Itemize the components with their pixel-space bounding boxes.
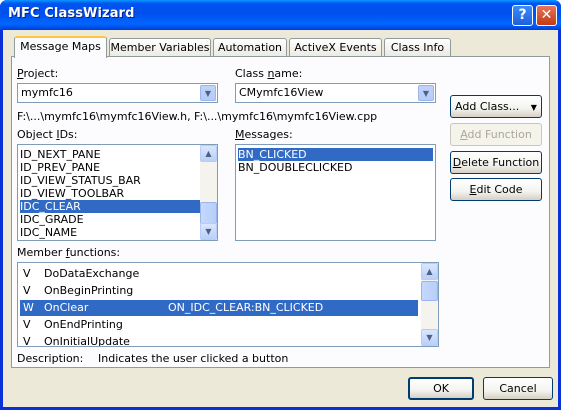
function-name: OnClear	[44, 301, 89, 314]
list-item-selected[interactable]: IDC_CLEAR	[20, 200, 200, 213]
member-functions-label: Member functions:	[17, 246, 121, 259]
title-bar[interactable]: MFC ClassWizard ? ✕	[0, 0, 561, 30]
messages-list[interactable]: BN_CLICKED BN_DOUBLECLICKED	[235, 144, 436, 241]
member-functions-scrollbar[interactable]: ▲ ▼	[421, 263, 438, 346]
function-name: DoDataExchange	[44, 267, 140, 280]
project-combo[interactable]: mymfc16 ▼	[17, 83, 218, 103]
tab-automation[interactable]: Automation	[213, 38, 287, 57]
tab-label: Message Maps	[20, 40, 101, 53]
function-name: OnBeginPrinting	[44, 284, 134, 297]
project-label: Project:	[17, 67, 59, 80]
help-button[interactable]: ?	[512, 5, 533, 26]
function-type: V	[23, 267, 31, 280]
tab-label: ActiveX Events	[294, 41, 377, 54]
list-item[interactable]: IDC_GRADE	[20, 213, 84, 226]
table-row[interactable]: V OnEndPrinting	[20, 317, 418, 333]
tab-label: Class Info	[390, 41, 445, 54]
scroll-down-icon[interactable]: ▼	[200, 223, 217, 240]
scroll-thumb[interactable]	[200, 202, 217, 224]
table-row[interactable]: V OnBeginPrinting	[20, 283, 418, 299]
tab-label: Automation	[217, 41, 283, 54]
list-item[interactable]: ID_PREV_PANE	[20, 161, 100, 174]
description-label: Description:	[17, 352, 84, 365]
ok-button[interactable]: OK	[408, 377, 474, 400]
list-item[interactable]: IDC_NAME	[20, 226, 77, 239]
list-item[interactable]: BN_DOUBLECLICKED	[238, 161, 352, 174]
object-ids-label: Object IDs:	[17, 128, 78, 141]
chevron-down-icon[interactable]: ▼	[200, 85, 216, 101]
object-ids-list[interactable]: ID_NEXT_PANE ID_PREV_PANE ID_VIEW_STATUS…	[17, 144, 218, 241]
object-ids-scrollbar[interactable]: ▲ ▼	[200, 145, 217, 240]
table-row-selected[interactable]: W OnClear ON_IDC_CLEAR:BN_CLICKED	[20, 300, 418, 316]
window-title: MFC ClassWizard	[8, 6, 135, 21]
tab-member-variables[interactable]: Member Variables	[109, 38, 211, 57]
scroll-thumb[interactable]	[421, 281, 438, 301]
close-button[interactable]: ✕	[536, 5, 557, 26]
chevron-down-icon[interactable]: ▼	[418, 85, 434, 101]
function-type: W	[23, 301, 34, 314]
help-icon: ?	[518, 7, 527, 23]
function-name: OnInitialUpdate	[44, 335, 130, 347]
project-value: mymfc16	[21, 86, 73, 99]
description-text: Indicates the user clicked a button	[98, 352, 289, 365]
add-class-label: Add Class...	[455, 100, 520, 113]
list-item[interactable]: ID_NEXT_PANE	[20, 148, 101, 161]
dialog-client-area: Message Maps Member Variables Automation…	[3, 30, 558, 407]
add-function-button[interactable]: Add Function	[450, 123, 542, 146]
member-functions-list[interactable]: V DoDataExchange V OnBeginPrinting W OnC…	[17, 262, 439, 347]
function-type: V	[23, 318, 31, 331]
class-name-value: CMymfc16View	[239, 86, 324, 99]
cancel-button[interactable]: Cancel	[483, 377, 553, 400]
list-item[interactable]: ID_VIEW_STATUS_BAR	[20, 174, 141, 187]
scroll-up-icon[interactable]: ▲	[200, 145, 217, 162]
function-type: V	[23, 335, 31, 347]
delete-function-button[interactable]: Delete Function	[450, 151, 542, 174]
edit-code-button[interactable]: Edit Code	[450, 178, 542, 201]
messages-label: Messages:	[235, 128, 293, 141]
function-message: ON_IDC_CLEAR:BN_CLICKED	[168, 301, 324, 314]
chevron-down-icon: ▼	[530, 103, 537, 112]
table-row[interactable]: V DoDataExchange	[20, 266, 418, 282]
class-name-combo[interactable]: CMymfc16View ▼	[235, 83, 436, 103]
scroll-up-icon[interactable]: ▲	[421, 263, 438, 280]
message-maps-panel: Project: mymfc16 ▼ Class name: CMymfc16V…	[11, 56, 550, 368]
table-row[interactable]: V OnInitialUpdate	[20, 334, 418, 347]
class-name-label: Class name:	[235, 67, 303, 80]
scroll-down-icon[interactable]: ▼	[421, 329, 438, 346]
add-class-button[interactable]: Add Class... ▼	[450, 95, 542, 118]
mfc-classwizard-window: MFC ClassWizard ? ✕ Message Maps Member …	[0, 0, 561, 410]
tab-activex-events[interactable]: ActiveX Events	[289, 38, 382, 57]
function-type: V	[23, 284, 31, 297]
list-item[interactable]: ID_VIEW_TOOLBAR	[20, 187, 124, 200]
function-name: OnEndPrinting	[44, 318, 123, 331]
close-icon: ✕	[540, 7, 553, 23]
tab-label: Member Variables	[110, 41, 210, 54]
file-path-text: F:\...\mymfc16\mymfc16View.h, F:\...\mym…	[17, 110, 378, 123]
tab-message-maps[interactable]: Message Maps	[14, 36, 107, 58]
tab-class-info[interactable]: Class Info	[384, 38, 451, 57]
list-item-selected[interactable]: BN_CLICKED	[237, 147, 434, 162]
